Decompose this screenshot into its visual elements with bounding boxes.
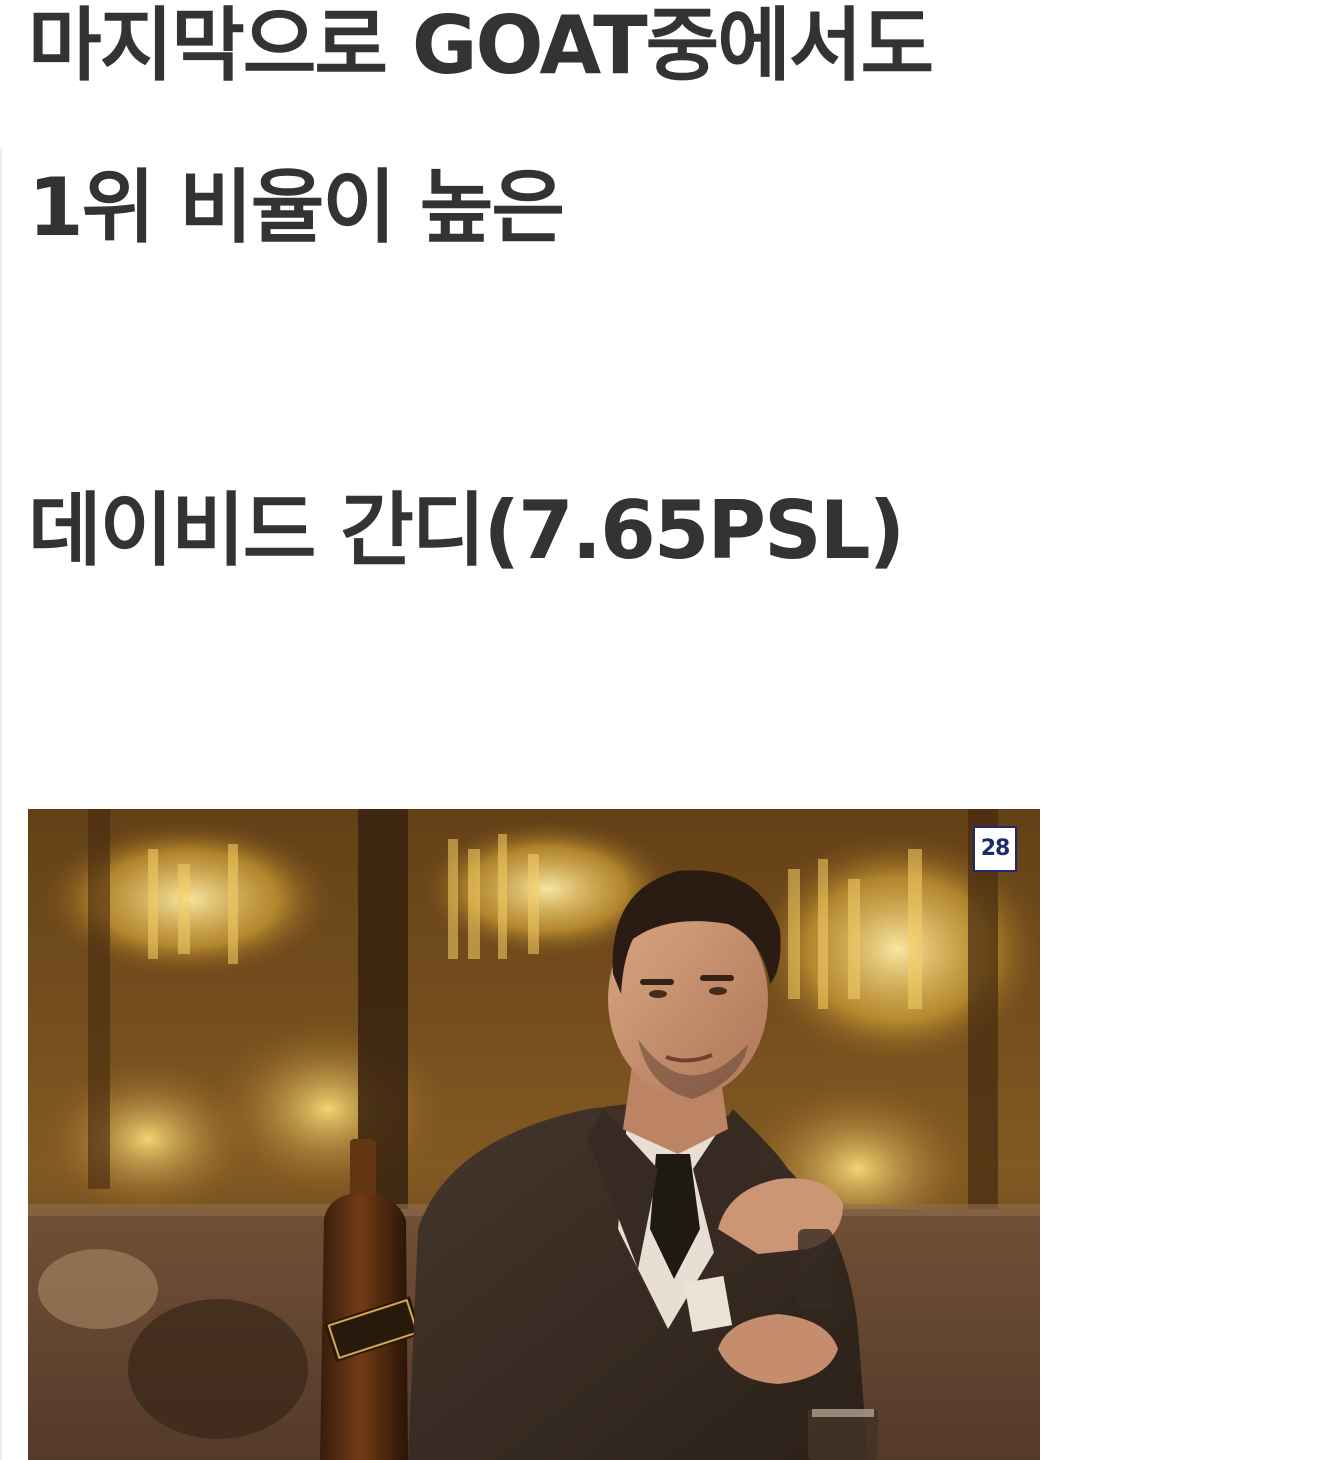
post-text-line-3: 데이비드 간디(7.65PSL) xyxy=(28,484,905,577)
post-text-line-1: 마지막으로 GOAT중에서도 xyxy=(28,0,934,92)
content-divider xyxy=(0,148,2,1460)
image-count-badge: 28 xyxy=(973,826,1017,872)
bar-scene-illustration xyxy=(28,809,1040,1460)
post-text-line-2: 1위 비율이 높은 xyxy=(28,161,565,254)
post-image[interactable]: 28 xyxy=(28,809,1040,1460)
